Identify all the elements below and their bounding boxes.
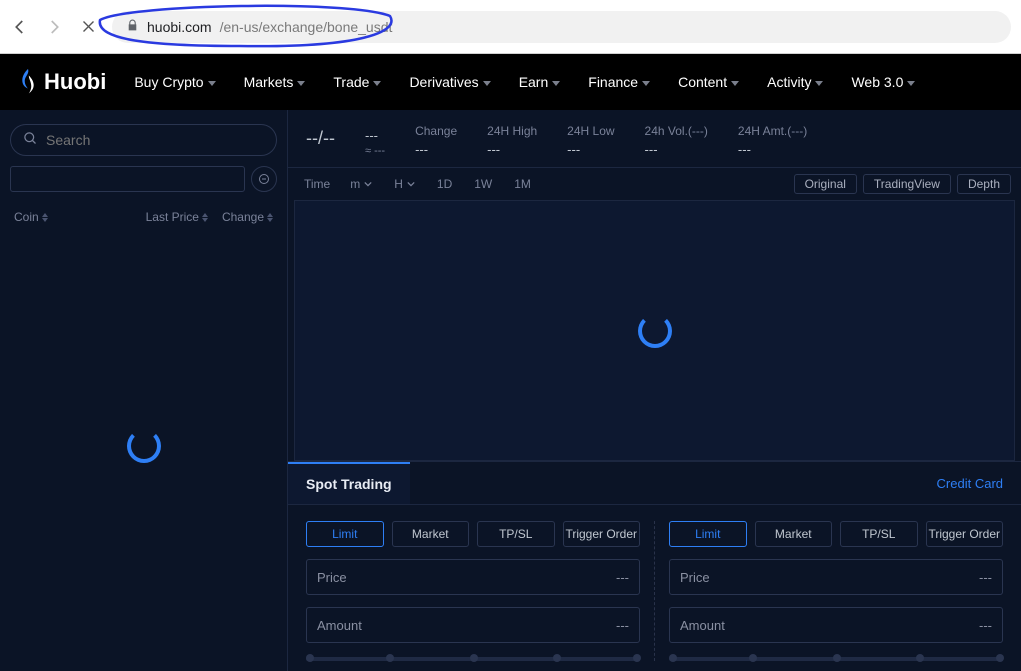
chevron-down-icon	[297, 81, 305, 86]
buy-price-input[interactable]: Price ---	[306, 559, 640, 595]
time-label: Time	[298, 175, 336, 193]
filter-icon	[258, 173, 270, 185]
sell-amount-input[interactable]: Amount ---	[669, 607, 1003, 643]
tf-hour-dropdown[interactable]: H	[386, 175, 423, 193]
tab-spot-trading[interactable]: Spot Trading	[288, 462, 410, 504]
sort-icon	[202, 213, 208, 222]
sell-market-button[interactable]: Market	[755, 521, 833, 547]
nav-trade[interactable]: Trade	[333, 74, 381, 90]
buy-limit-button[interactable]: Limit	[306, 521, 384, 547]
nav-derivatives[interactable]: Derivatives	[409, 74, 490, 90]
chevron-down-icon	[815, 81, 823, 86]
buy-market-button[interactable]: Market	[392, 521, 470, 547]
amt-label: 24H Amt.(---)	[738, 124, 807, 138]
main-nav: Huobi Buy Crypto Markets Trade Derivativ…	[0, 54, 1021, 110]
forward-button[interactable]	[44, 17, 64, 37]
chevron-down-icon	[208, 81, 216, 86]
view-depth[interactable]: Depth	[957, 174, 1011, 194]
chevron-down-icon	[483, 81, 491, 86]
buy-form: Limit Market TP/SL Trigger Order Price -…	[306, 521, 655, 661]
brand-name: Huobi	[44, 69, 106, 95]
nav-web3[interactable]: Web 3.0	[851, 74, 915, 90]
flame-icon	[18, 69, 38, 95]
low-label: 24H Low	[567, 124, 614, 138]
search-input[interactable]	[46, 132, 264, 148]
chart-toolbar: Time m H 1D 1W 1M Original TradingView D…	[288, 168, 1021, 200]
filter-input[interactable]	[10, 166, 245, 192]
sort-icon	[42, 213, 48, 222]
buy-tpsl-button[interactable]: TP/SL	[477, 521, 555, 547]
chevron-down-icon	[364, 180, 372, 188]
header-last-price[interactable]: Last Price	[146, 210, 208, 224]
buy-amount-input[interactable]: Amount ---	[306, 607, 640, 643]
change-value: ---	[415, 142, 457, 157]
back-button[interactable]	[10, 17, 30, 37]
main-panel: --/-- --- ≈ --- Change --- 24H High --- …	[288, 110, 1021, 671]
spinner-icon	[127, 429, 161, 463]
nav-finance[interactable]: Finance	[588, 74, 650, 90]
sell-limit-button[interactable]: Limit	[669, 521, 747, 547]
amt-value: ---	[738, 142, 807, 157]
sell-amount-slider[interactable]	[669, 657, 1003, 661]
buy-trigger-button[interactable]: Trigger Order	[563, 521, 641, 547]
chevron-down-icon	[552, 81, 560, 86]
chevron-down-icon	[731, 81, 739, 86]
sell-form: Limit Market TP/SL Trigger Order Price -…	[655, 521, 1003, 661]
tf-1d[interactable]: 1D	[429, 175, 460, 193]
credit-card-link[interactable]: Credit Card	[919, 476, 1021, 491]
buy-amount-slider[interactable]	[306, 657, 640, 661]
change-label: Change	[415, 124, 457, 138]
ticker-stats: --/-- --- ≈ --- Change --- 24H High --- …	[288, 110, 1021, 168]
sidebar-loading	[10, 234, 277, 657]
nav-earn[interactable]: Earn	[519, 74, 561, 90]
sell-trigger-button[interactable]: Trigger Order	[926, 521, 1004, 547]
market-list-headers: Coin Last Price Change	[10, 210, 277, 224]
nav-activity[interactable]: Activity	[767, 74, 823, 90]
browser-toolbar: huobi.com/en-us/exchange/bone_usdt	[0, 0, 1021, 54]
sell-price-input[interactable]: Price ---	[669, 559, 1003, 595]
high-label: 24H High	[487, 124, 537, 138]
sort-icon	[267, 213, 273, 222]
header-coin[interactable]: Coin	[14, 210, 48, 224]
hand-drawn-annotation	[90, 2, 410, 52]
trade-panel: Spot Trading Credit Card Limit Market TP…	[288, 461, 1021, 671]
price-value: ---	[365, 128, 385, 143]
tf-minute-dropdown[interactable]: m	[342, 175, 380, 193]
chevron-down-icon	[642, 81, 650, 86]
chevron-down-icon	[373, 81, 381, 86]
nav-markets[interactable]: Markets	[244, 74, 306, 90]
view-tradingview[interactable]: TradingView	[863, 174, 951, 194]
nav-buy-crypto[interactable]: Buy Crypto	[134, 74, 215, 90]
header-change[interactable]: Change	[222, 210, 273, 224]
tf-1m[interactable]: 1M	[506, 175, 539, 193]
trade-tabs: Spot Trading Credit Card	[288, 462, 1021, 505]
market-sidebar: Coin Last Price Change	[0, 110, 288, 671]
pair-symbol: --/--	[306, 124, 335, 149]
sell-tpsl-button[interactable]: TP/SL	[840, 521, 918, 547]
filter-toggle-button[interactable]	[251, 166, 277, 192]
nav-content[interactable]: Content	[678, 74, 739, 90]
low-value: ---	[567, 142, 614, 157]
view-original[interactable]: Original	[794, 174, 857, 194]
search-icon	[23, 131, 38, 149]
vol-value: ---	[645, 142, 708, 157]
chart-area	[294, 200, 1015, 461]
chevron-down-icon	[907, 81, 915, 86]
tf-1w[interactable]: 1W	[466, 175, 500, 193]
vol-label: 24h Vol.(---)	[645, 124, 708, 138]
search-input-wrap[interactable]	[10, 124, 277, 156]
spinner-icon	[638, 314, 672, 348]
brand-logo[interactable]: Huobi	[18, 69, 106, 95]
chevron-down-icon	[407, 180, 415, 188]
high-value: ---	[487, 142, 537, 157]
